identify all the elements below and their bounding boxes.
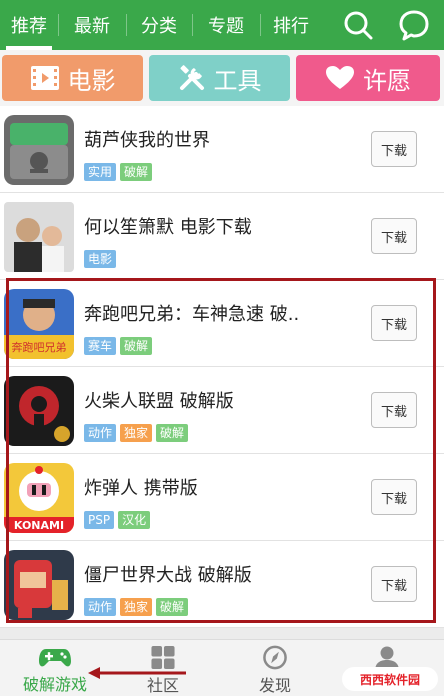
nav-label: 发现: [258, 676, 291, 695]
chat-bubble-icon[interactable]: [397, 8, 431, 42]
top-nav: 推荐 最新 分类 专题 排行: [0, 0, 444, 50]
tag-list: 实用 破解: [84, 163, 153, 181]
highlight-box: [6, 278, 436, 623]
tag: 破解: [120, 163, 153, 181]
movie-poster: [4, 202, 74, 272]
tab-ranking[interactable]: 排行: [260, 0, 322, 50]
tag: 实用: [84, 163, 117, 181]
film-icon: [30, 66, 59, 90]
nav-discover[interactable]: 发现: [220, 640, 330, 696]
download-button[interactable]: 下载: [371, 131, 417, 167]
app-title: 葫芦侠我的世界: [84, 130, 210, 151]
list-item[interactable]: 何以笙箫默 电影下载 电影 下载: [0, 193, 444, 280]
tab-recommend[interactable]: 推荐: [0, 0, 58, 50]
movie-label: 电影: [67, 66, 116, 95]
movie-button[interactable]: 电影: [2, 55, 143, 101]
app-title: 何以笙箫默 电影下载: [84, 217, 252, 238]
tab-topics[interactable]: 专题: [192, 0, 260, 50]
tools-label: 工具: [213, 66, 262, 95]
nav-label: 破解游戏: [22, 675, 87, 694]
search-icon[interactable]: [341, 8, 375, 42]
heart-icon: [326, 66, 354, 89]
wish-button[interactable]: 许愿: [296, 55, 440, 101]
compass-icon: [263, 645, 287, 670]
tools-icon: [179, 65, 204, 90]
tools-button[interactable]: 工具: [149, 55, 290, 101]
download-button[interactable]: 下载: [371, 218, 417, 254]
tag: 电影: [84, 250, 117, 268]
watermark-logo: 西西软件园: [342, 667, 438, 691]
tab-category[interactable]: 分类: [126, 0, 192, 50]
gamepad-icon: [39, 649, 71, 667]
category-bar: 电影 工具 许愿: [0, 50, 444, 106]
tab-latest[interactable]: 最新: [58, 0, 126, 50]
list-item[interactable]: 葫芦侠我的世界 实用 破解 下载: [0, 106, 444, 193]
arrow-annotation: [88, 667, 186, 679]
tag-list: 电影: [84, 250, 117, 268]
app-icon: [4, 115, 74, 185]
wish-label: 许愿: [363, 66, 411, 95]
